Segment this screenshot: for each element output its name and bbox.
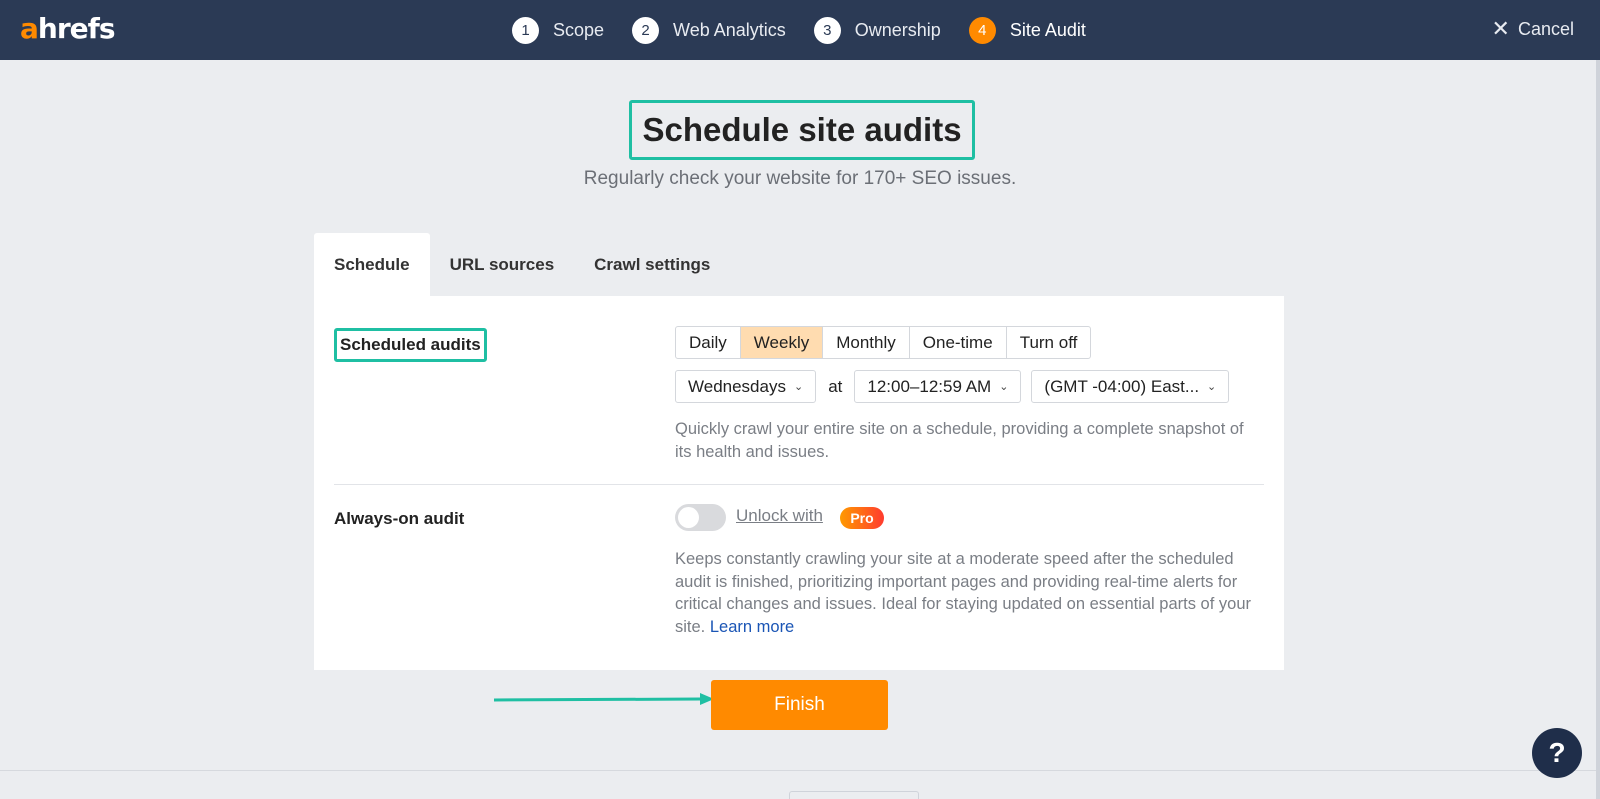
- unlock-link[interactable]: Unlock with: [736, 506, 823, 526]
- frequency-one-time[interactable]: One-time: [908, 326, 1007, 359]
- chevron-down-icon: ⌄: [793, 381, 804, 393]
- at-label: at: [828, 376, 843, 396]
- step-scope[interactable]: 1 Scope: [512, 16, 605, 44]
- title-highlight: Schedule site audits: [629, 100, 975, 160]
- cancel-label: Cancel: [1517, 18, 1574, 39]
- frequency-weekly[interactable]: Weekly: [739, 326, 824, 359]
- schedule-time-row: Wednesdays ⌄ at 12:00–12:59 AM ⌄ (GMT -0…: [675, 370, 1230, 403]
- logo-accent-letter: a: [20, 12, 39, 45]
- learn-more-link[interactable]: Learn more: [710, 618, 794, 636]
- close-icon: ✕: [1491, 16, 1510, 41]
- settings-tabs: Schedule URL sources Crawl settings: [314, 233, 730, 296]
- tab-schedule[interactable]: Schedule: [314, 233, 430, 296]
- tab-url-sources[interactable]: URL sources: [430, 233, 575, 296]
- always-on-audit-label: Always-on audit: [334, 509, 465, 528]
- step-label: Web Analytics: [673, 19, 786, 40]
- frequency-monthly[interactable]: Monthly: [822, 326, 910, 359]
- chevron-down-icon: ⌄: [999, 381, 1009, 393]
- scheduled-description: Quickly crawl your entire site on a sche…: [675, 420, 1244, 461]
- step-number: 1: [512, 16, 539, 44]
- step-number: 3: [813, 16, 841, 44]
- cancel-button[interactable]: ✕ Cancel: [1492, 18, 1574, 40]
- pro-badge: Pro: [840, 507, 884, 529]
- step-label: Scope: [553, 19, 605, 40]
- toggle-knob: [678, 507, 699, 528]
- wizard-steps: 1 Scope 2 Web Analytics 3 Ownership 4 Si…: [512, 0, 1114, 60]
- top-bar: ahrefs 1 Scope 2 Web Analytics 3 Ownersh…: [0, 0, 1600, 60]
- step-number: 2: [632, 16, 660, 44]
- step-label: Ownership: [854, 19, 941, 40]
- step-site-audit[interactable]: 4 Site Audit: [968, 16, 1086, 44]
- frequency-daily[interactable]: Daily: [675, 326, 741, 359]
- timezone-value: (GMT -04:00) East...: [1044, 376, 1200, 396]
- step-web-analytics[interactable]: 2 Web Analytics: [632, 16, 786, 44]
- ahrefs-logo[interactable]: ahrefs: [20, 12, 115, 45]
- time-value: 12:00–12:59 AM: [867, 376, 992, 396]
- finish-button[interactable]: Finish: [711, 680, 888, 730]
- help-button[interactable]: ?: [1532, 728, 1582, 778]
- step-number: 4: [968, 16, 996, 44]
- divider: [334, 484, 1264, 485]
- timezone-select[interactable]: (GMT -04:00) East... ⌄: [1031, 370, 1230, 403]
- step-label: Site Audit: [1009, 19, 1086, 40]
- day-select[interactable]: Wednesdays ⌄: [675, 370, 817, 403]
- page-subtitle: Regularly check your website for 170+ SE…: [583, 168, 1017, 189]
- day-value: Wednesdays: [688, 376, 786, 396]
- time-select[interactable]: 12:00–12:59 AM ⌄: [854, 370, 1022, 403]
- always-on-description: Keeps constantly crawling your site at a…: [675, 548, 1255, 638]
- scheduled-audits-label: Scheduled audits: [334, 328, 487, 362]
- logo-text: hrefs: [37, 12, 116, 45]
- schedule-panel: Scheduled audits Daily Weekly Monthly On…: [314, 296, 1284, 670]
- footer-divider: [0, 770, 1596, 771]
- footer-element: [789, 791, 919, 799]
- tab-crawl-settings[interactable]: Crawl settings: [574, 233, 730, 296]
- step-ownership[interactable]: 3 Ownership: [813, 16, 941, 44]
- chevron-down-icon: ⌄: [1207, 381, 1217, 393]
- arrow-icon: [494, 693, 714, 705]
- page-title: Schedule site audits: [642, 111, 962, 148]
- always-on-toggle[interactable]: [675, 504, 726, 531]
- frequency-turn-off[interactable]: Turn off: [1005, 326, 1092, 359]
- frequency-selector: Daily Weekly Monthly One-time Turn off: [675, 326, 1092, 359]
